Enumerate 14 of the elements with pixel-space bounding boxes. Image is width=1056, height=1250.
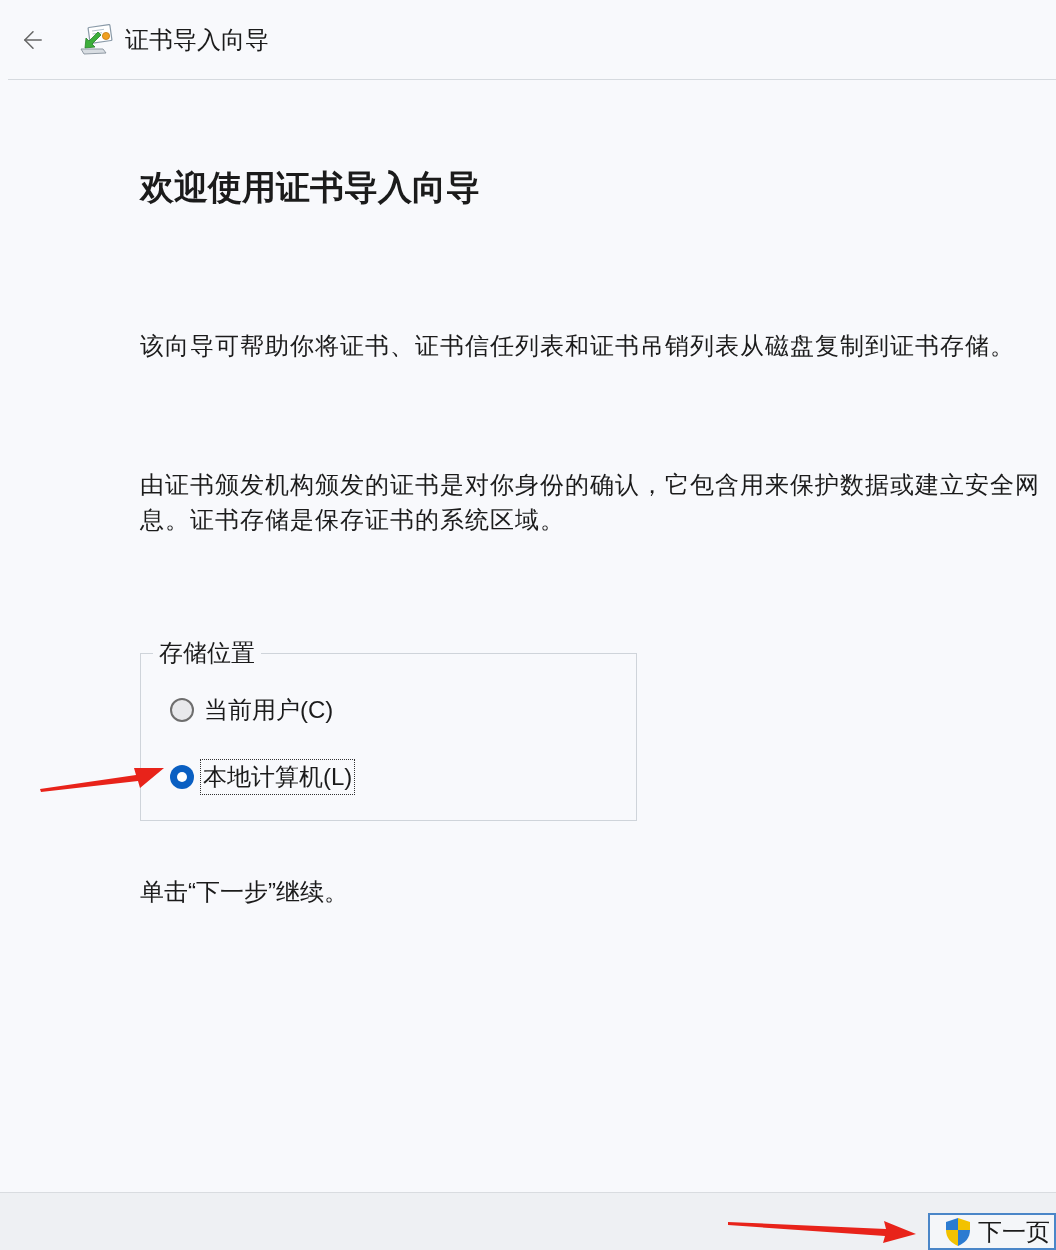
description-text: 息。证书存储是保存证书的系统区域。 — [140, 505, 565, 535]
radio-button[interactable] — [170, 765, 194, 789]
certificate-icon — [80, 23, 114, 56]
next-button[interactable]: 下一页 — [928, 1213, 1056, 1250]
description-text: 由证书颁发机构颁发的证书是对你身份的确认，它包含用来保护数据或建立安全网 — [140, 470, 1040, 500]
radio-label[interactable]: 当前用户(C) — [203, 692, 335, 728]
instruction-text: 单击“下一步”继续。 — [140, 877, 348, 907]
radio-button[interactable] — [170, 698, 194, 722]
radio-label[interactable]: 本地计算机(L) — [200, 759, 356, 795]
page-heading: 欢迎使用证书导入向导 — [140, 167, 480, 208]
intro-text: 该向导可帮助你将证书、证书信任列表和证书吊销列表从磁盘复制到证书存储。 — [140, 331, 1015, 361]
group-legend: 存储位置 — [153, 638, 261, 668]
window-title: 证书导入向导 — [125, 24, 269, 55]
shield-icon — [945, 1216, 971, 1247]
